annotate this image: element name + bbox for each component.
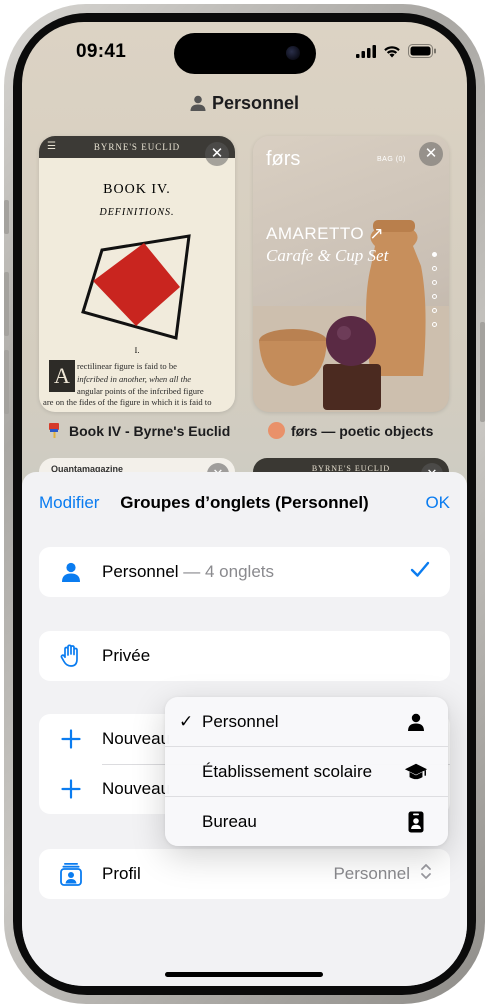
plus-icon [59, 777, 83, 801]
euclid-diagram [81, 234, 191, 340]
front-camera [286, 46, 300, 60]
profile-value: Personnel [333, 864, 410, 883]
checkmark-icon [410, 561, 430, 584]
private-browsing-row[interactable]: Privée [39, 631, 450, 681]
menu-item-label: Établissement scolaire [202, 762, 373, 781]
close-tab-button[interactable]: ✕ [205, 142, 229, 166]
menu-item-bureau[interactable]: Bureau [165, 797, 448, 846]
carousel-dots [432, 252, 437, 327]
euclid-text-last: are on the fides of the figure in which … [43, 397, 212, 407]
status-time: 09:41 [76, 41, 127, 62]
graduation-cap-icon [404, 760, 428, 784]
volume-down-button [4, 350, 9, 414]
tab-group-title[interactable]: Personnel [22, 93, 467, 114]
status-icons [356, 44, 437, 58]
tab-group-personnel[interactable]: Personnel — 4 onglets [39, 547, 450, 597]
tab-card-euclid[interactable]: ☰ BYRNE'S EUCLID BOOK IV. DEFINITIONS. I… [39, 136, 235, 412]
tab-group-name: Personnel [102, 562, 179, 581]
id-badge-icon [404, 810, 428, 834]
tab-card-fors[interactable]: førs BAG (0) AMARETTO ↗ Carafe & Cup Set… [253, 136, 449, 412]
battery-icon [408, 44, 436, 58]
menu-icon: ☰ [47, 141, 57, 152]
menu-item-personnel[interactable]: ✓ Personnel [165, 697, 448, 747]
euclid-definitions: DEFINITIONS. [99, 207, 175, 218]
person-icon [404, 710, 428, 734]
new-tab-group-label: Nouveau [102, 779, 171, 798]
person-icon [59, 560, 83, 584]
fors-bag: BAG (0) [377, 156, 406, 163]
fors-subline: Carafe & Cup Set [266, 246, 389, 265]
chevron-up-down-icon [420, 863, 432, 886]
profile-menu: ✓ Personnel Établissement scolaire Burea… [165, 697, 448, 846]
menu-item-label: Personnel [202, 712, 279, 731]
fors-favicon-icon [268, 422, 285, 439]
screen: 09:41 Personnel ☰ BYRNE'S EUCLID BOOK IV… [22, 22, 467, 986]
sheet-header: Modifier Groupes d’onglets (Personnel) O… [22, 493, 467, 517]
euclid-book-title: BOOK IV. [103, 182, 171, 197]
person-icon [190, 95, 206, 111]
tab-label-text: førs — poetic objects [291, 422, 434, 439]
plus-icon [59, 727, 83, 751]
done-button[interactable]: OK [425, 493, 450, 513]
sheet-title: Groupes d’onglets (Personnel) [120, 493, 369, 512]
profile-row[interactable]: Profil Personnel [39, 849, 450, 899]
dynamic-island [174, 33, 316, 74]
profile-icon [59, 862, 83, 886]
close-tab-button[interactable]: ✕ [419, 142, 443, 166]
tab-label-euclid: Book IV - Byrne's Euclid [46, 422, 230, 439]
action-button [4, 200, 9, 234]
product-photo [253, 220, 449, 412]
tab-group-personnel-label: Personnel — 4 onglets [102, 562, 274, 582]
pushpin-icon [49, 423, 59, 438]
cellular-signal-icon [356, 44, 376, 58]
euclid-text: rectilinear figure is faid to be infcrib… [77, 360, 229, 398]
menu-item-label: Bureau [202, 811, 257, 831]
profile-label: Profil [102, 864, 141, 883]
euclid-text-line: infcribed in another, when all the [77, 373, 192, 384]
euclid-text-line: rectilinear figure is faid to be [77, 361, 177, 371]
tab-group-title-label: Personnel [211, 93, 300, 113]
tab-group-count: — 4 onglets [178, 562, 275, 581]
euclid-dropcap: A [49, 360, 75, 392]
hand-raised-icon [59, 644, 83, 668]
volume-up-button [4, 272, 9, 336]
fors-headline: AMARETTO ↗ [266, 224, 385, 243]
home-indicator[interactable] [165, 972, 323, 977]
menu-item-school[interactable]: Établissement scolaire [165, 747, 448, 797]
wifi-icon [384, 45, 400, 57]
fors-logo: førs [266, 148, 301, 170]
euclid-header-title: BYRNE'S EUCLID [93, 142, 181, 152]
euclid-section-number: I. [134, 346, 140, 355]
menu-check: ✓ [179, 712, 194, 731]
tab-label-fors: førs — poetic objects [268, 422, 433, 439]
new-tab-group-label: Nouveau [102, 729, 171, 748]
private-browsing-label: Privée [102, 646, 151, 665]
tab-label-text: Book IV - Byrne's Euclid [69, 422, 231, 439]
side-button [480, 322, 485, 422]
